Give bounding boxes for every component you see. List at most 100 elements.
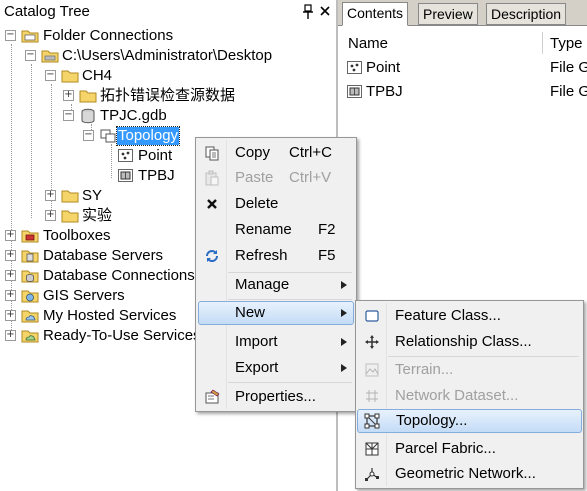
tree-item-desktop-folder[interactable]: − C:\Users\Administrator\Desktop [0,46,336,66]
menu-item-label: Rename [235,221,292,238]
submenu-arrow-icon [341,281,347,289]
polygon-feature-class-icon [118,169,133,182]
menu-item-label: Manage [235,276,290,293]
folder-icon [79,90,97,103]
tree-item-folder-connections[interactable]: − Folder Connections [0,26,336,46]
menu-item-paste[interactable]: Paste Ctrl+V [198,166,354,190]
collapse-toggle[interactable]: − [25,50,36,61]
tree-item-label: Database Servers [43,247,164,264]
list-item-name: Point [366,59,401,76]
catalog-tree-title: Catalog Tree [4,3,90,20]
tree-item-sy[interactable]: + SY [0,186,200,206]
expand-toggle[interactable]: + [45,190,56,201]
polygon-feature-class-icon [347,85,362,98]
network-dataset-icon [366,390,378,402]
database-connection-icon [21,270,39,283]
tree-item-label: 拓扑错误检查源数据 [100,87,236,104]
topology-icon [364,413,380,429]
menu-item-topology[interactable]: Topology... [357,409,582,433]
tree-item-ch4[interactable]: − CH4 [0,66,336,86]
menu-item-label: Relationship Class... [395,333,532,350]
menu-item-delete[interactable]: Delete [198,192,354,216]
list-item[interactable]: Point File G [346,58,587,78]
list-item[interactable]: TPBJ File G [346,82,587,102]
menu-item-shortcut: Ctrl+V [289,169,332,186]
collapse-toggle[interactable]: − [5,30,16,41]
menu-item-refresh[interactable]: Refresh F5 [198,244,354,268]
menu-item-label: Copy [235,144,271,161]
menu-item-rename[interactable]: Rename F2 [198,218,354,242]
submenu-arrow-icon [341,364,347,372]
menu-item-label: Refresh [235,247,288,264]
menu-separator [388,356,579,357]
menu-item-manage[interactable]: Manage [198,273,354,297]
geodatabase-icon [81,108,95,124]
menu-item-geometric-network[interactable]: Geometric Network... [358,462,581,486]
expand-toggle[interactable]: + [5,270,16,281]
tree-item-topology[interactable]: − Topology [0,126,200,146]
tree-item-ready-to-use-services[interactable]: + Ready-To-Use Services [0,326,200,346]
expand-toggle[interactable]: + [5,290,16,301]
context-menu: Copy Ctrl+C Paste Ctrl+V Delete Rename F… [195,137,357,412]
menu-item-network-dataset[interactable]: Network Dataset... [358,384,581,408]
tree-item-label: Ready-To-Use Services [43,327,200,344]
column-divider[interactable] [542,32,543,54]
pin-icon[interactable] [302,4,314,20]
terrain-icon [365,363,379,377]
tree-item-label: TPJC.gdb [100,107,167,124]
menu-item-label: New [235,304,266,321]
collapse-toggle[interactable]: − [45,70,56,81]
tree-item-database-servers[interactable]: + Database Servers [0,246,200,266]
menu-item-label: Topology... [396,412,468,429]
menu-item-feature-class[interactable]: Feature Class... [358,304,581,328]
point-feature-class-icon [118,149,133,162]
ready-to-use-icon [21,330,39,343]
tree-item-topology-check-source-folder[interactable]: + 拓扑错误检查源数据 [0,86,336,106]
tree-item-experiment[interactable]: + 实验 [0,206,200,226]
tree-item-tpjc-gdb[interactable]: − TPJC.gdb [0,106,336,126]
tree-item-database-connections[interactable]: + Database Connections [0,266,200,286]
close-icon[interactable] [318,3,332,19]
expand-toggle[interactable]: + [63,90,74,101]
tree-item-tpbj[interactable]: TPBJ [0,166,200,186]
tree-item-label: TPBJ [138,167,175,184]
submenu-arrow-icon [341,338,347,346]
menu-item-properties[interactable]: Properties... [198,385,354,409]
submenu-arrow-icon [341,309,347,317]
tab-description[interactable]: Description [486,3,567,25]
menu-item-import[interactable]: Import [198,330,354,354]
menu-item-parcel-fabric[interactable]: Parcel Fabric... [358,437,581,461]
folder-icon [61,210,79,223]
menu-item-relationship-class[interactable]: Relationship Class... [358,330,581,354]
menu-item-shortcut: Ctrl+C [289,144,332,161]
expand-toggle[interactable]: + [5,330,16,341]
catalog-tree-title-bar: Catalog Tree [0,0,336,25]
tree-item-point[interactable]: Point [0,146,200,166]
collapse-toggle[interactable]: − [63,110,74,121]
menu-item-label: Parcel Fabric... [395,440,496,457]
tree-item-label: Toolboxes [43,227,111,244]
column-header-name[interactable]: Name [348,35,388,52]
tree-item-my-hosted-services[interactable]: + My Hosted Services [0,306,200,326]
tree-item-label: Point [138,147,173,164]
menu-item-export[interactable]: Export [198,356,354,380]
tree-item-label: GIS Servers [43,287,125,304]
tree-item-gis-servers[interactable]: + GIS Servers [0,286,200,306]
column-header-type[interactable]: Type [550,35,583,52]
menu-item-terrain[interactable]: Terrain... [358,358,581,382]
tab-contents[interactable]: Contents [342,2,409,26]
menu-item-new[interactable]: New [198,301,354,325]
expand-toggle[interactable]: + [5,250,16,261]
menu-item-label: Paste [235,169,274,186]
list-item-type: File G [550,83,587,100]
collapse-toggle[interactable]: − [83,130,94,141]
menu-item-label: Geometric Network... [395,465,536,482]
tree-item-label: Folder Connections [43,27,174,44]
menu-item-copy[interactable]: Copy Ctrl+C [198,141,354,165]
expand-toggle[interactable]: + [5,310,16,321]
copy-icon [205,146,219,161]
tree-item-toolboxes[interactable]: + Toolboxes [0,226,200,246]
expand-toggle[interactable]: + [5,230,16,241]
expand-toggle[interactable]: + [45,210,56,221]
tab-preview[interactable]: Preview [418,3,478,25]
